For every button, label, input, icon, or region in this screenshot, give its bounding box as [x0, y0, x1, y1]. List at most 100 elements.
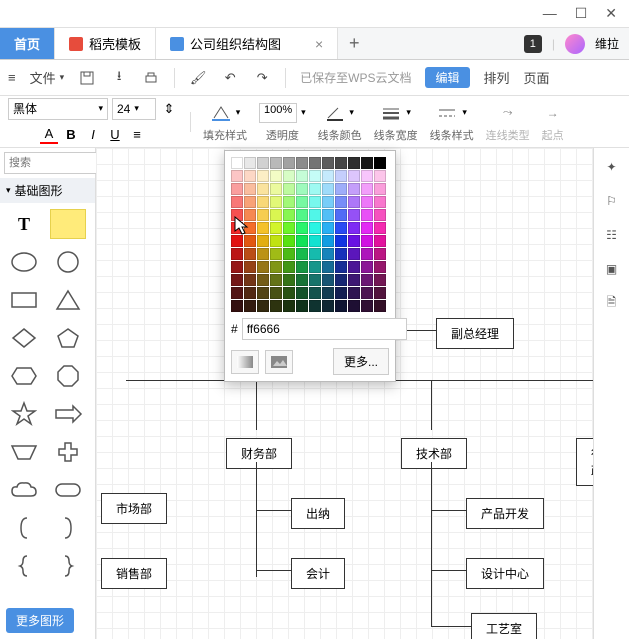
org-node-product[interactable]: 产品开发 [466, 498, 544, 529]
color-swatch[interactable] [335, 170, 347, 182]
color-swatch[interactable] [335, 248, 347, 260]
color-swatch[interactable] [231, 274, 243, 286]
color-swatch[interactable] [322, 183, 334, 195]
shape-pentagon[interactable] [50, 323, 86, 353]
color-swatch[interactable] [257, 209, 269, 221]
color-swatch[interactable] [361, 170, 373, 182]
color-swatch[interactable] [257, 300, 269, 312]
color-swatch[interactable] [231, 196, 243, 208]
color-swatch[interactable] [283, 183, 295, 195]
color-swatch[interactable] [231, 248, 243, 260]
org-node-market[interactable]: 市场部 [101, 493, 167, 524]
color-swatch[interactable] [244, 196, 256, 208]
close-button[interactable]: ✕ [605, 5, 617, 22]
tab-document[interactable]: 公司组织结构图× [156, 28, 338, 59]
more-colors-button[interactable]: 更多... [333, 348, 389, 375]
color-swatch[interactable] [322, 170, 334, 182]
color-swatch[interactable] [244, 170, 256, 182]
color-swatch[interactable] [231, 170, 243, 182]
color-swatch[interactable] [283, 196, 295, 208]
font-size-select[interactable]: 24▾ [112, 98, 156, 120]
tab-template[interactable]: 稻壳模板 [55, 28, 156, 59]
color-swatch[interactable] [244, 183, 256, 195]
shape-diamond[interactable] [6, 323, 42, 353]
color-swatch[interactable] [361, 287, 373, 299]
color-swatch[interactable] [257, 222, 269, 234]
color-swatch[interactable] [283, 209, 295, 221]
color-swatch[interactable] [374, 170, 386, 182]
color-swatch[interactable] [348, 196, 360, 208]
color-swatch[interactable] [296, 170, 308, 182]
save-icon[interactable] [78, 69, 96, 87]
color-swatch[interactable] [270, 222, 282, 234]
color-swatch[interactable] [348, 170, 360, 182]
color-swatch[interactable] [322, 261, 334, 273]
color-swatch[interactable] [296, 196, 308, 208]
color-swatch[interactable] [335, 209, 347, 221]
shape-sticky-note[interactable] [50, 209, 86, 239]
color-swatch[interactable] [270, 170, 282, 182]
line-width-group[interactable]: ▾ 线条宽度 [374, 101, 418, 143]
color-swatch[interactable] [231, 222, 243, 234]
org-node-accounting[interactable]: 会计 [291, 558, 345, 589]
color-swatch[interactable] [335, 222, 347, 234]
color-swatch[interactable] [348, 300, 360, 312]
color-swatch[interactable] [231, 235, 243, 247]
color-swatch[interactable] [348, 183, 360, 195]
color-swatch[interactable] [361, 248, 373, 260]
color-swatch[interactable] [348, 274, 360, 286]
color-swatch[interactable] [374, 209, 386, 221]
color-swatch[interactable] [309, 170, 321, 182]
color-swatch[interactable] [374, 196, 386, 208]
color-swatch[interactable] [374, 300, 386, 312]
color-swatch[interactable] [244, 287, 256, 299]
color-swatch[interactable] [270, 248, 282, 260]
color-swatch[interactable] [257, 157, 269, 169]
color-swatch[interactable] [283, 274, 295, 286]
color-swatch[interactable] [283, 222, 295, 234]
color-swatch[interactable] [309, 300, 321, 312]
color-swatch[interactable] [335, 196, 347, 208]
color-swatch[interactable] [270, 300, 282, 312]
shape-text[interactable]: T [6, 209, 42, 239]
print-icon[interactable] [142, 69, 160, 87]
color-swatch[interactable] [270, 261, 282, 273]
download-icon[interactable]: ⭳ [110, 69, 128, 87]
org-node-finance[interactable]: 财务部 [226, 438, 292, 469]
org-node-vp[interactable]: 副总经理 [436, 318, 514, 349]
color-swatch[interactable] [231, 183, 243, 195]
color-swatch[interactable] [322, 274, 334, 286]
color-swatch[interactable] [335, 261, 347, 273]
notification-badge[interactable]: 1 [524, 35, 542, 53]
endpoint-group[interactable]: → 起点 [542, 101, 564, 143]
tab-close-icon[interactable]: × [315, 36, 323, 52]
color-swatch[interactable] [296, 209, 308, 221]
color-swatch[interactable] [374, 261, 386, 273]
color-swatch[interactable] [348, 287, 360, 299]
color-swatch[interactable] [270, 196, 282, 208]
color-swatch[interactable] [322, 287, 334, 299]
color-swatch[interactable] [309, 157, 321, 169]
bold-button[interactable]: B [62, 126, 80, 144]
color-swatch[interactable] [270, 235, 282, 247]
shape-circle[interactable] [50, 247, 86, 277]
font-select[interactable]: 黑体▾ [8, 98, 108, 120]
shape-rounded-rect[interactable] [50, 475, 86, 505]
color-swatch[interactable] [296, 274, 308, 286]
menu-button[interactable]: ≡ [8, 70, 16, 85]
color-swatch[interactable] [257, 183, 269, 195]
edit-mode-toggle[interactable]: 编辑 [425, 67, 469, 88]
color-swatch[interactable] [257, 235, 269, 247]
color-swatch[interactable] [270, 157, 282, 169]
shape-hexagon[interactable] [6, 361, 42, 391]
color-swatch[interactable] [244, 157, 256, 169]
color-swatch[interactable] [270, 209, 282, 221]
color-swatch[interactable] [374, 222, 386, 234]
color-swatch[interactable] [374, 287, 386, 299]
color-swatch[interactable] [231, 157, 243, 169]
color-swatch[interactable] [296, 157, 308, 169]
shape-octagon[interactable] [50, 361, 86, 391]
color-swatch[interactable] [335, 183, 347, 195]
color-swatch[interactable] [244, 300, 256, 312]
tab-home[interactable]: 首页 [0, 28, 55, 59]
